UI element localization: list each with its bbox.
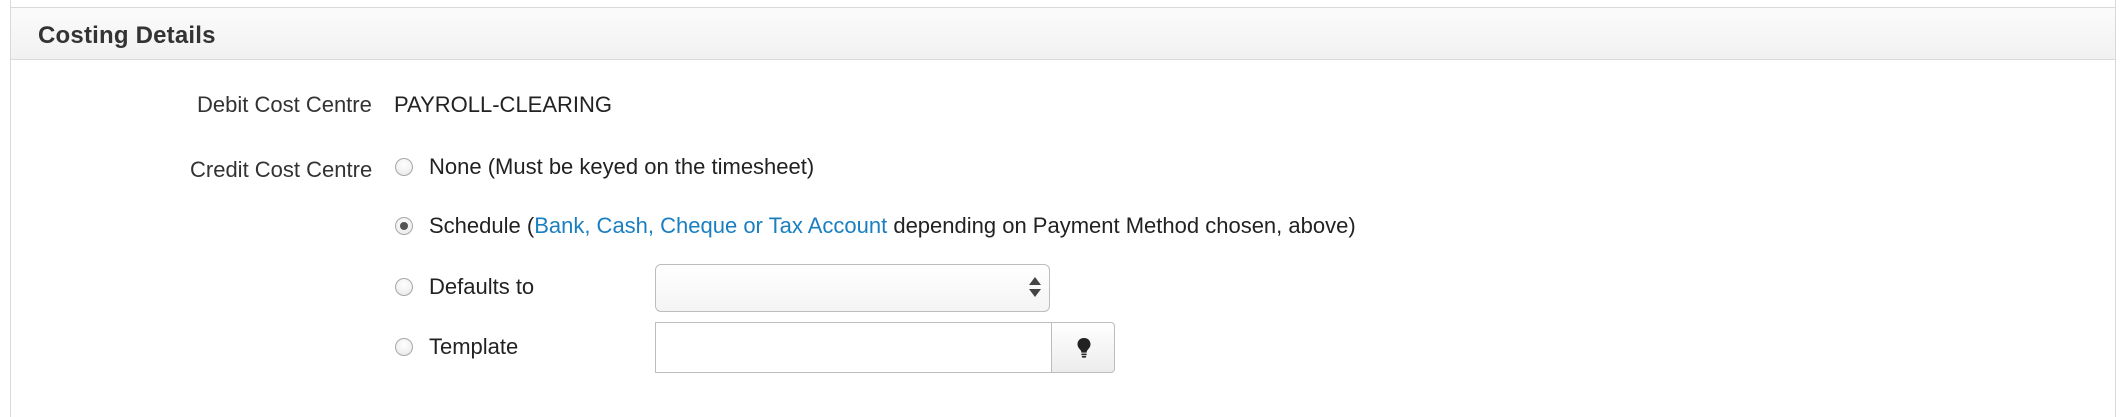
panel-title: Costing Details — [38, 22, 216, 49]
debit-cost-centre-value: PAYROLL-CLEARING — [394, 92, 613, 117]
panel-edge-left — [10, 0, 11, 7]
radio-none[interactable] — [395, 158, 413, 176]
radio-schedule[interactable] — [395, 217, 413, 235]
template-lookup-button[interactable] — [1051, 322, 1115, 373]
credit-option-template[interactable]: Template — [395, 334, 518, 360]
top-rule — [0, 0, 2122, 7]
credit-option-defaults-to[interactable]: Defaults to — [395, 274, 534, 300]
radio-none-label: None (Must be keyed on the timesheet) — [429, 154, 815, 179]
radio-template-label: Template — [429, 334, 519, 359]
schedule-suffix: depending on Payment Method chosen, abov… — [887, 213, 1356, 238]
radio-schedule-label: Schedule (Bank, Cash, Cheque or Tax Acco… — [429, 213, 1356, 239]
schedule-prefix: Schedule ( — [429, 213, 535, 238]
credit-option-schedule[interactable]: Schedule (Bank, Cash, Cheque or Tax Acco… — [395, 213, 1356, 239]
debit-cost-centre-label: Debit Cost Centre — [197, 92, 372, 117]
panel-edge-right — [2115, 0, 2116, 7]
credit-option-none[interactable]: None (Must be keyed on the timesheet) — [395, 154, 814, 180]
panel-header: Costing Details — [11, 8, 2115, 60]
radio-defaults-to-label: Defaults to — [429, 274, 535, 299]
radio-defaults-to[interactable] — [395, 278, 413, 296]
credit-cost-centre-label: Credit Cost Centre — [190, 157, 373, 182]
select-arrows-icon — [1029, 275, 1041, 301]
radio-template[interactable] — [395, 338, 413, 356]
template-input[interactable] — [655, 322, 1051, 373]
payment-accounts-link[interactable]: Bank, Cash, Cheque or Tax Account — [534, 213, 887, 238]
defaults-to-select[interactable] — [655, 264, 1050, 312]
lightbulb-icon — [1077, 338, 1091, 358]
